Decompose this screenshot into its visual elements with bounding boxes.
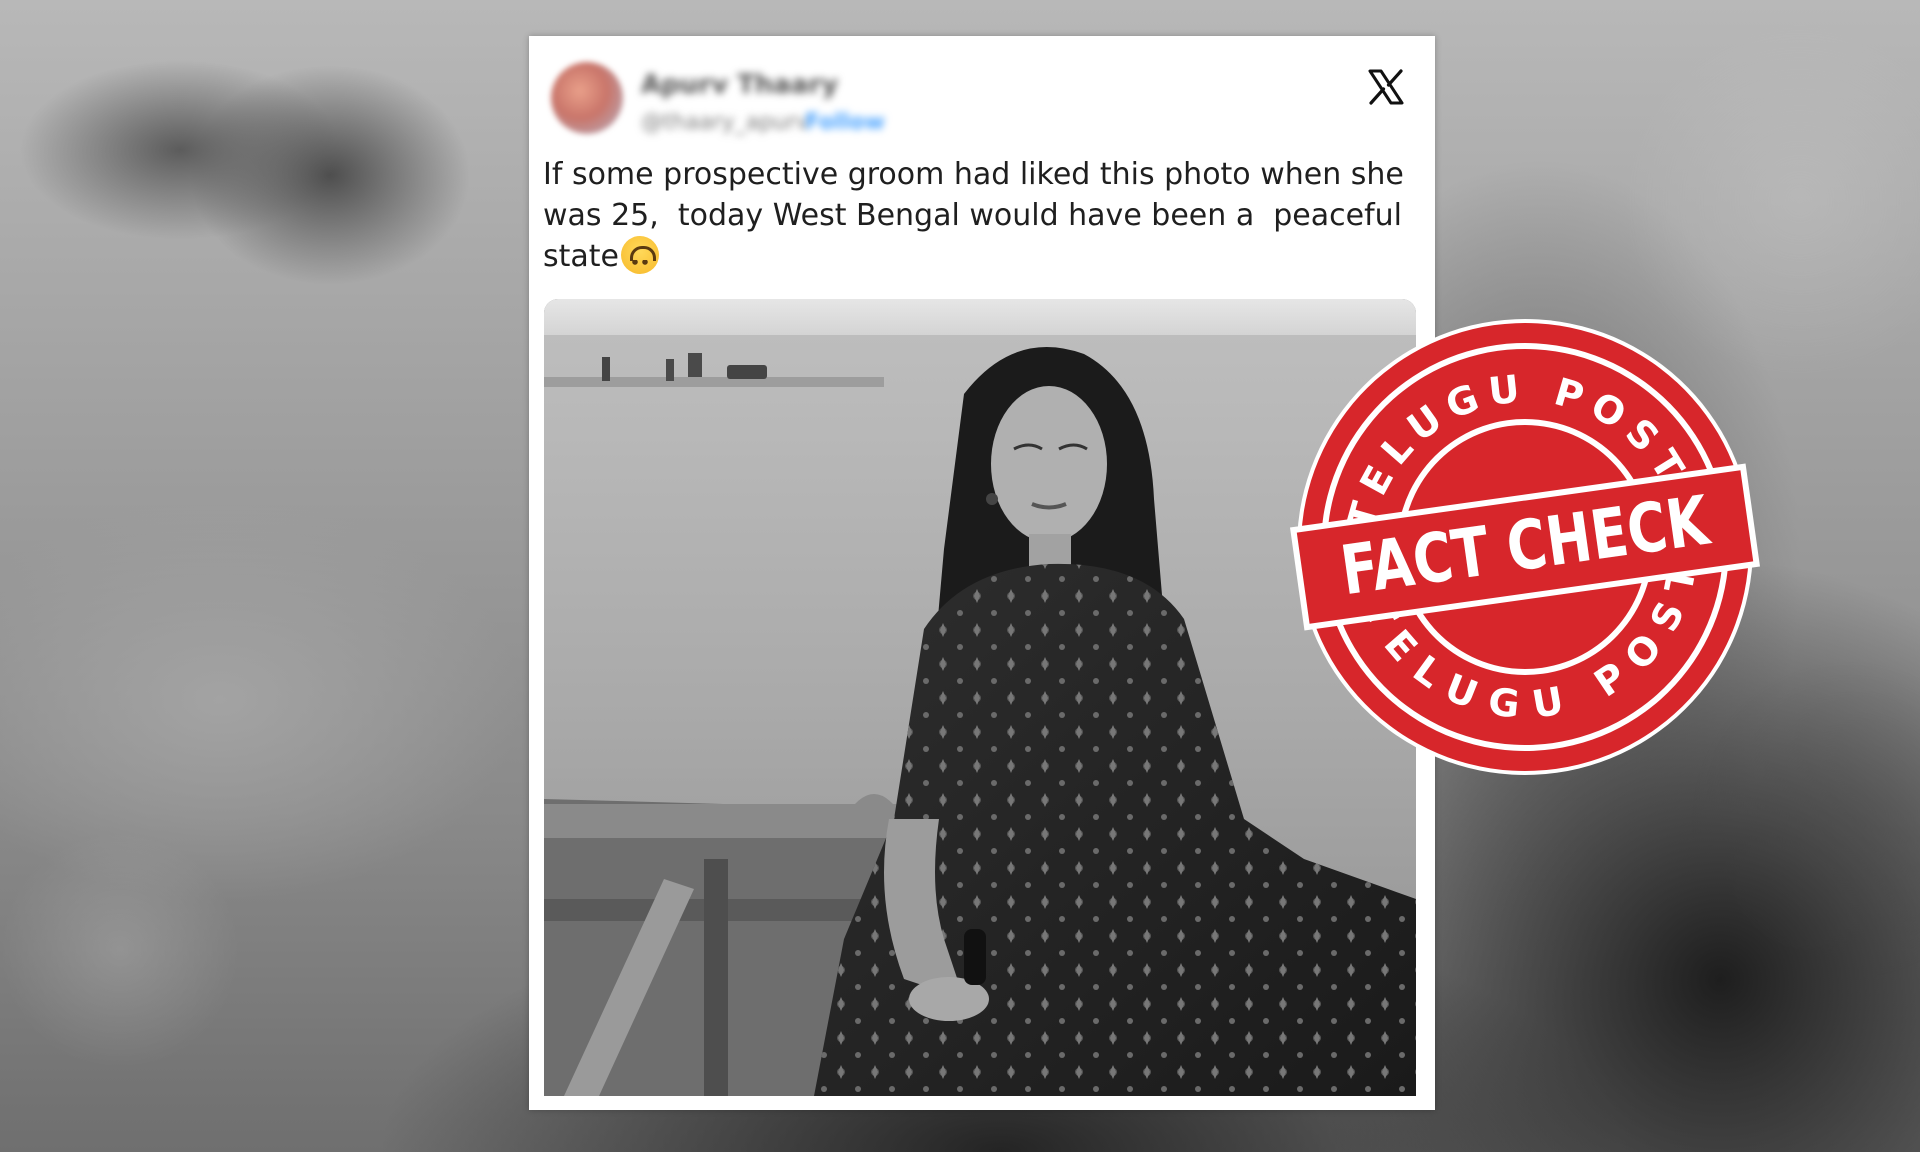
- user-handle[interactable]: @thaary_apurv: [641, 110, 809, 135]
- avatar[interactable]: [551, 62, 623, 134]
- tweet-text-body: If some prospective groom had liked this…: [543, 157, 1414, 274]
- x-logo-icon[interactable]: [1361, 62, 1411, 112]
- follow-button[interactable]: Follow: [805, 110, 885, 135]
- fact-check-stamp: TELUGU POST TELUGU POST FACT CHECK: [1290, 312, 1760, 782]
- tweet-text: If some prospective groom had liked this…: [543, 154, 1423, 277]
- tweet-photo[interactable]: [544, 299, 1416, 1096]
- upside-down-face-icon: [621, 236, 659, 274]
- user-name[interactable]: Apurv Thaary: [641, 70, 838, 100]
